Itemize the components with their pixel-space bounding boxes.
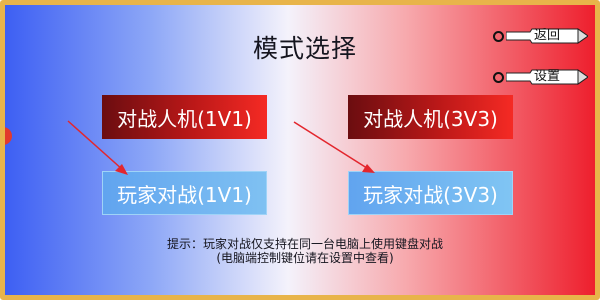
hint-line-2: (电脑端控制键位请在设置中查看) <box>216 251 394 265</box>
hint-line-1: 提示：玩家对战仅支持在同一台电脑上使用键盘对战 <box>166 237 443 251</box>
hint-text: 提示：玩家对战仅支持在同一台电脑上使用键盘对战 (电脑端控制键位请在设置中查看) <box>105 237 505 265</box>
arrow-icon-left <box>67 120 128 175</box>
game-screen: 模式选择 返回 设置 对战人机(1V1) 对战人机(3V3) 玩家对战(1V1)… <box>0 0 600 300</box>
arrow-icon-right <box>293 121 375 173</box>
